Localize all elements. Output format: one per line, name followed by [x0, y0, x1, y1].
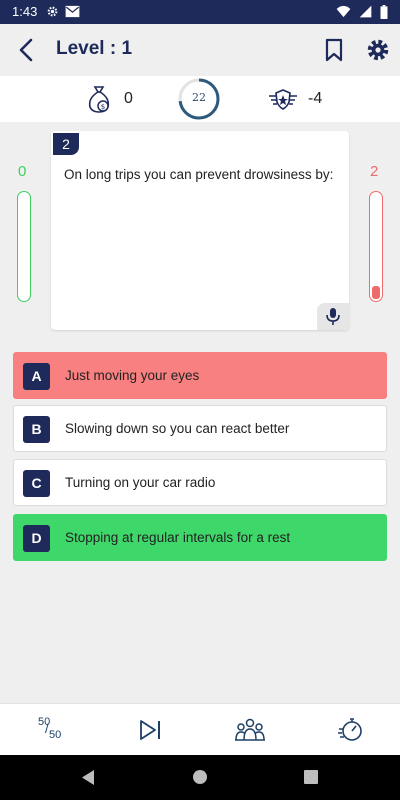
skip-next-icon[interactable]: [137, 716, 165, 744]
option-text: Turning on your car radio: [65, 475, 216, 490]
option-text: Slowing down so you can react better: [65, 421, 290, 436]
option-c[interactable]: C Turning on your car radio: [13, 459, 387, 506]
status-time: 1:43: [12, 4, 38, 19]
wrong-count: 2: [370, 163, 379, 180]
penalty-badge-icon: [269, 89, 297, 110]
level-title: Level : 1: [56, 38, 133, 59]
coins-value: 0: [124, 90, 133, 107]
battery-icon: [380, 5, 388, 19]
option-letter: B: [23, 416, 50, 443]
stopwatch-icon[interactable]: [337, 716, 365, 744]
money-bag-icon: $: [88, 86, 110, 113]
score-bar: $ 0 22 -4: [0, 76, 400, 122]
option-letter: A: [23, 363, 50, 390]
option-d[interactable]: D Stopping at regular intervals for a re…: [13, 514, 387, 561]
wrong-meter: [369, 191, 383, 302]
option-text: Stopping at regular intervals for a rest: [65, 530, 291, 545]
penalty-value: -4: [308, 90, 323, 107]
microphone-icon: [326, 308, 340, 325]
question-text: On long trips you can prevent drowsiness…: [64, 167, 334, 182]
svg-text:$: $: [101, 103, 105, 111]
nav-back-icon[interactable]: [80, 769, 96, 786]
bookmark-icon[interactable]: [322, 36, 346, 64]
wifi-icon: [336, 5, 351, 18]
question-number: 2: [53, 133, 79, 155]
correct-meter: [17, 191, 31, 302]
settings-gear-icon[interactable]: [364, 36, 392, 64]
nav-home-icon[interactable]: [192, 769, 208, 785]
system-nav-bar: [0, 755, 400, 800]
app-bar: Level : 1: [0, 24, 400, 76]
status-bar: 1:43: [0, 0, 400, 24]
gear-status-icon: [47, 6, 58, 17]
microphone-button[interactable]: [317, 303, 349, 330]
fifty-fifty-button[interactable]: 50 / 50: [36, 716, 66, 744]
option-letter: D: [23, 525, 50, 552]
timer-value: 22: [192, 91, 206, 104]
back-arrow-icon[interactable]: [14, 36, 42, 64]
mail-status-icon: [65, 5, 80, 18]
fifty-bottom-label: 50: [49, 729, 62, 741]
correct-count: 0: [18, 163, 27, 180]
option-b[interactable]: B Slowing down so you can react better: [13, 405, 387, 452]
option-a[interactable]: A Just moving your eyes: [13, 352, 387, 399]
wrong-meter-fill: [372, 285, 380, 299]
nav-recents-icon[interactable]: [304, 770, 318, 784]
audience-poll-icon[interactable]: [234, 716, 266, 744]
lifeline-bar: 50 / 50: [0, 703, 400, 755]
option-letter: C: [23, 470, 50, 497]
signal-icon: [359, 5, 372, 18]
question-card: 2 On long trips you can prevent drowsine…: [51, 131, 349, 330]
option-text: Just moving your eyes: [65, 368, 200, 383]
